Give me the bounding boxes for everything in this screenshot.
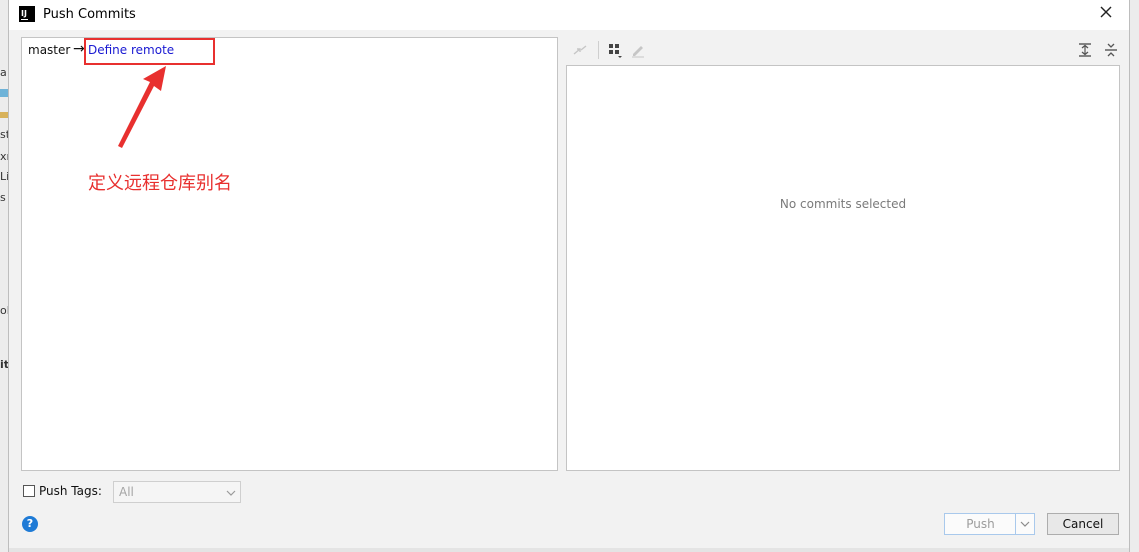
tags-select-value: All <box>119 485 134 499</box>
push-options-dropdown[interactable] <box>1015 513 1035 535</box>
toolbar-separator <box>598 41 599 59</box>
edit-icon <box>632 46 644 58</box>
help-button[interactable]: ? <box>22 516 38 532</box>
push-tags-label: Push Tags: <box>39 484 102 498</box>
group-icon <box>609 44 622 58</box>
edit-button[interactable] <box>628 40 648 60</box>
collapse-all-icon <box>1105 43 1117 57</box>
commit-details-pane: No commits selected <box>566 65 1120 471</box>
background-ide-strip-right <box>1130 0 1139 552</box>
background-text: Li <box>0 170 8 183</box>
dialog-bottom-edge <box>9 548 1129 552</box>
empty-state-text: No commits selected <box>779 197 907 211</box>
background-text: a <box>0 66 7 79</box>
expand-all-button[interactable] <box>1075 40 1095 60</box>
cherry-pick-icon <box>573 45 587 55</box>
background-ide-strip <box>0 0 8 552</box>
commits-tree-pane[interactable]: master → Define remote 定义远程仓库别名 <box>21 37 558 471</box>
background-text: s <box>0 191 6 204</box>
close-button[interactable] <box>1097 5 1115 23</box>
push-button[interactable]: Push <box>944 513 1017 535</box>
cancel-button-label: Cancel <box>1062 517 1104 531</box>
title-bar: IJ Push Commits <box>9 0 1129 30</box>
push-button-label: Push <box>966 517 995 531</box>
push-commits-dialog: IJ Push Commits master → Define remote 定… <box>8 0 1130 552</box>
details-toolbar <box>567 38 1119 62</box>
push-tags-option[interactable]: Push Tags: <box>23 484 102 498</box>
dialog-title: Push Commits <box>43 7 136 22</box>
background-text: ol <box>0 304 8 317</box>
annotation-arrow-icon <box>118 66 166 148</box>
chevron-down-icon <box>1020 521 1030 527</box>
push-tags-checkbox[interactable] <box>23 485 35 497</box>
intellij-logo-icon: IJ <box>19 6 35 22</box>
tags-select[interactable]: All <box>113 481 241 503</box>
local-branch-label: master <box>28 43 71 57</box>
cherry-pick-button[interactable] <box>570 40 590 60</box>
background-text: xı <box>0 150 8 163</box>
arrow-right-icon: → <box>73 41 85 57</box>
background-text: st <box>0 128 8 141</box>
close-icon <box>1100 6 1112 18</box>
group-by-button[interactable] <box>605 40 625 60</box>
background-icon <box>0 89 8 97</box>
expand-all-icon <box>1079 43 1091 57</box>
cancel-button[interactable]: Cancel <box>1047 513 1119 535</box>
chevron-down-icon <box>226 490 236 496</box>
annotation-text: 定义远程仓库别名 <box>88 173 232 194</box>
background-icon <box>0 112 8 118</box>
background-text: it <box>0 358 8 371</box>
collapse-all-button[interactable] <box>1101 40 1121 60</box>
